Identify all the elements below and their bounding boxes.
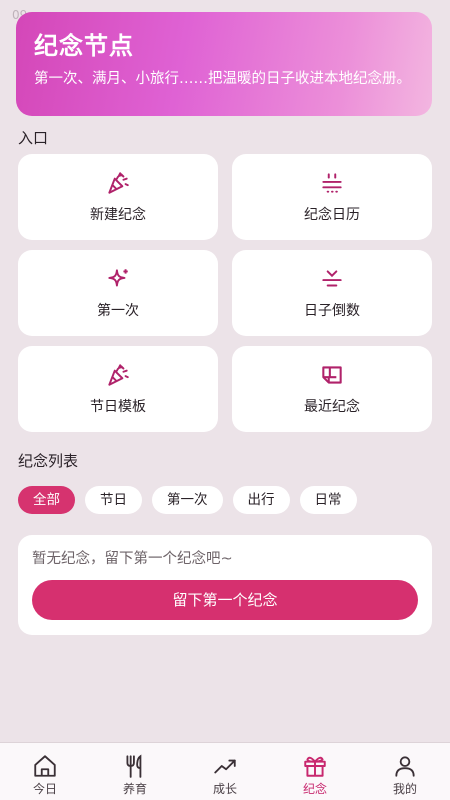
filter-chip-travel[interactable]: 出行: [232, 486, 290, 514]
entry-recent[interactable]: 最近纪念: [232, 346, 432, 432]
entry-label: 第一次: [97, 303, 139, 319]
countdown-icon: [322, 270, 342, 287]
gift-icon: [304, 756, 326, 777]
entry-label: 最近纪念: [304, 399, 360, 415]
filter-chip-all[interactable]: 全部: [18, 486, 75, 514]
entry-new-memorial[interactable]: 新建纪念: [18, 154, 218, 240]
filter-chip-first-time[interactable]: 第一次: [152, 486, 223, 514]
bottom-nav: 今日 养育 成长 纪念 我的: [0, 742, 450, 800]
entry-grid: 新建纪念 纪念日历 第一次 日子倒数 节日模板 最近纪念: [18, 154, 432, 432]
hero-banner: 纪念节点 第一次、满月、小旅行……把温暖的日子收进本地纪念册。: [16, 12, 432, 116]
filter-chip-holiday[interactable]: 节日: [85, 486, 142, 514]
hero-title: 纪念节点: [34, 32, 134, 60]
user-icon: [395, 756, 415, 777]
entry-label: 纪念日历: [304, 207, 360, 223]
create-memorial-button[interactable]: 留下第一个纪念: [32, 580, 418, 620]
entry-label: 节日模板: [90, 399, 146, 415]
nav-label: 养育: [122, 782, 147, 796]
nav-label: 我的: [392, 782, 417, 796]
list-section-label: 纪念列表: [18, 452, 79, 470]
nav-item-today[interactable]: 今日: [0, 743, 90, 800]
nav-label: 纪念: [302, 782, 327, 796]
nav-item-mine[interactable]: 我的: [360, 743, 450, 800]
nav-item-growth[interactable]: 成长: [180, 743, 270, 800]
nav-label: 今日: [32, 782, 57, 796]
entry-holiday-template[interactable]: 节日模板: [18, 346, 218, 432]
party-popper-icon: [108, 172, 129, 194]
filter-chips: 全部 节日 第一次 出行 日常: [18, 486, 357, 514]
nav-item-memorial[interactable]: 纪念: [270, 743, 360, 800]
hero-subtitle: 第一次、满月、小旅行……把温暖的日子收进本地纪念册。: [34, 71, 411, 87]
party-popper-icon: [108, 364, 129, 386]
nav-label: 成长: [212, 782, 237, 796]
trend-icon: [214, 759, 236, 774]
nav-item-parenting[interactable]: 养育: [90, 743, 180, 800]
recent-icon: [322, 366, 342, 384]
filter-chip-daily[interactable]: 日常: [299, 486, 357, 514]
home-icon: [34, 755, 56, 777]
sparkle-icon: [108, 269, 128, 287]
entry-first-time[interactable]: 第一次: [18, 250, 218, 336]
entry-countdown[interactable]: 日子倒数: [232, 250, 432, 336]
calendar-icon: [322, 173, 342, 193]
entry-label: 新建纪念: [90, 207, 146, 223]
entry-label: 日子倒数: [304, 303, 360, 319]
utensils-icon: [126, 754, 142, 778]
empty-state-text: 暂无纪念，留下第一个纪念吧~: [32, 551, 233, 567]
entry-section-label: 入口: [18, 129, 49, 147]
empty-state-card: 暂无纪念，留下第一个纪念吧~ 留下第一个纪念: [18, 535, 432, 635]
entry-calendar[interactable]: 纪念日历: [232, 154, 432, 240]
